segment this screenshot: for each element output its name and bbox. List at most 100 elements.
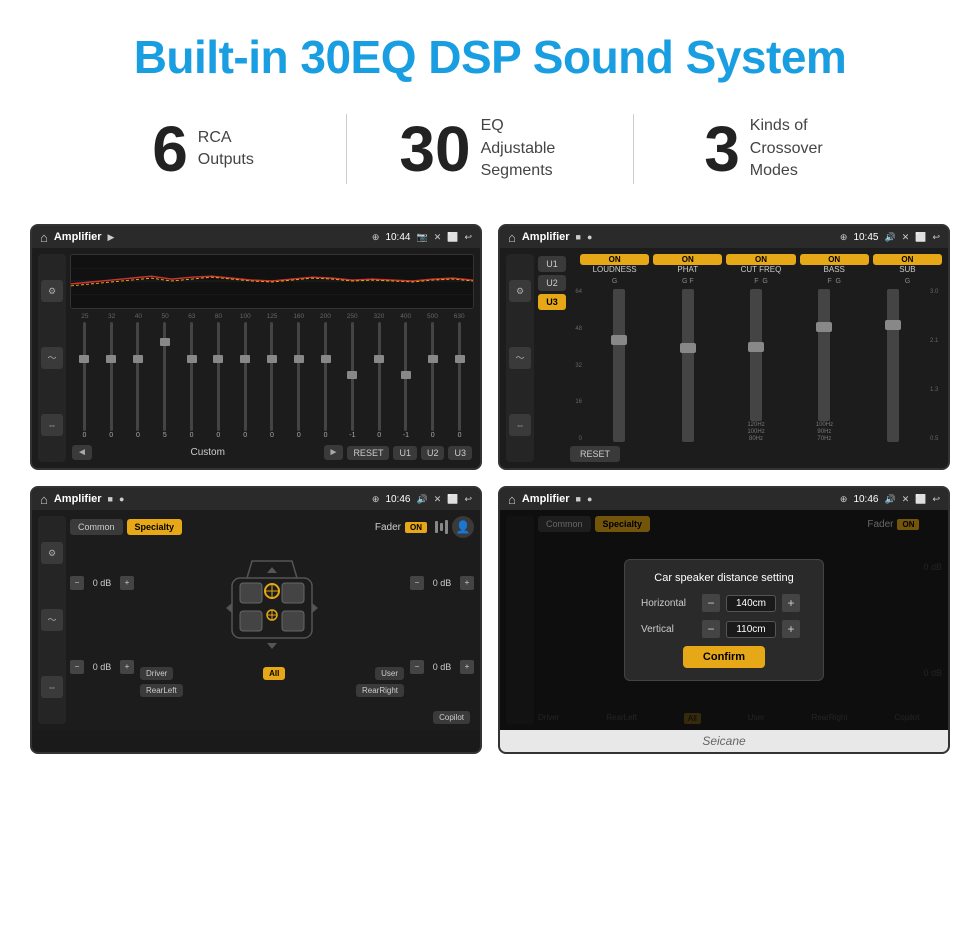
common-tab[interactable]: Common	[70, 519, 123, 535]
rearleft-btn[interactable]: RearLeft	[140, 684, 183, 697]
eq-sliders-row: 0 0 0 5 0 0 0 0 0 0 -1 0 -1	[70, 322, 474, 439]
back-icon[interactable]: ↩	[464, 232, 472, 243]
eq-slider-13[interactable]: 0	[420, 322, 445, 439]
copilot-btn[interactable]: Copilot	[433, 711, 470, 724]
eq-sidebar-btn-2[interactable]: 〜	[41, 347, 63, 369]
eq-prev-btn[interactable]: ◄	[72, 445, 92, 460]
window-icon-2[interactable]: ⬜	[915, 232, 926, 243]
close-icon-2[interactable]: ✕	[902, 232, 910, 243]
top-left-ctrl: − 0 dB +	[70, 576, 134, 590]
specialty-screen-panel: ⌂ Amplifier ■ ● ⊕ 10:46 🔊 ✕ ⬜ ↩ ⚙ 〜 ⇔	[30, 486, 482, 754]
bottom-label-row2: RearLeft RearRight	[138, 684, 406, 697]
horizontal-minus-btn[interactable]: −	[702, 594, 720, 612]
spec-app-name: Amplifier	[54, 493, 102, 505]
fader-on-badge[interactable]: ON	[405, 522, 427, 533]
eq-custom-label: Custom	[96, 447, 320, 458]
eq-sidebar-btn-1[interactable]: ⚙	[41, 280, 63, 302]
bl-plus[interactable]: +	[120, 660, 134, 674]
horizontal-plus-btn[interactable]: +	[782, 594, 800, 612]
dialog-status-bar: ⌂ Amplifier ■ ● ⊕ 10:46 🔊 ✕ ⬜ ↩	[500, 488, 948, 510]
vertical-value[interactable]: 110cm	[726, 621, 776, 638]
spec-sidebar-btn-3[interactable]: ⇔	[41, 676, 63, 698]
eq-slider-2[interactable]: 0	[126, 322, 151, 439]
page-header: Built-in 30EQ DSP Sound System	[0, 0, 980, 104]
driver-btn[interactable]: Driver	[140, 667, 173, 680]
home-icon-4[interactable]: ⌂	[508, 492, 516, 507]
eq-slider-8[interactable]: 0	[286, 322, 311, 439]
spec-sidebar-btn-2[interactable]: 〜	[41, 609, 63, 631]
eq-u3-btn[interactable]: U3	[448, 446, 472, 460]
window-icon-4[interactable]: ⬜	[915, 494, 926, 505]
camera-icon[interactable]: 📷	[416, 232, 427, 243]
feature-crossover: 3 Kinds of Crossover Modes	[634, 115, 920, 182]
u2-btn[interactable]: U2	[538, 275, 566, 291]
eq-main-area: ⚙ 〜 ⇔	[32, 248, 480, 468]
specialty-tab[interactable]: Specialty	[127, 519, 183, 535]
tr-plus[interactable]: +	[460, 576, 474, 590]
eq-slider-1[interactable]: 0	[99, 322, 124, 439]
eq-slider-14[interactable]: 0	[447, 322, 472, 439]
back-icon-4[interactable]: ↩	[932, 494, 940, 505]
eq-slider-4[interactable]: 0	[179, 322, 204, 439]
back-icon-3[interactable]: ↩	[464, 494, 472, 505]
eq-reset-btn[interactable]: RESET	[347, 446, 389, 460]
car-diagram-area: − 0 dB + − 0 dB +	[70, 542, 474, 707]
close-icon-3[interactable]: ✕	[434, 494, 442, 505]
back-icon-2[interactable]: ↩	[932, 232, 940, 243]
u3-btn-active[interactable]: U3	[538, 294, 566, 310]
bl-minus[interactable]: −	[70, 660, 84, 674]
horizontal-value[interactable]: 140cm	[726, 595, 776, 612]
spec-sidebar-btn-1[interactable]: ⚙	[41, 542, 63, 564]
vol-icon[interactable]: 🔊	[884, 232, 895, 243]
user-btn[interactable]: User	[375, 667, 404, 680]
phat-toggle[interactable]: ON	[653, 254, 722, 265]
eq-slider-10[interactable]: -1	[340, 322, 365, 439]
all-btn[interactable]: All	[263, 667, 285, 680]
rearright-btn[interactable]: RearRight	[356, 684, 404, 697]
confirm-button[interactable]: Confirm	[683, 646, 765, 668]
eq-u1-btn[interactable]: U1	[393, 446, 417, 460]
tr-minus[interactable]: −	[410, 576, 424, 590]
eq-slider-12[interactable]: -1	[394, 322, 419, 439]
tl-minus[interactable]: −	[70, 576, 84, 590]
vertical-plus-btn[interactable]: +	[782, 620, 800, 638]
br-plus[interactable]: +	[460, 660, 474, 674]
channel-reset-btn[interactable]: RESET	[570, 446, 620, 462]
eq-slider-6[interactable]: 0	[233, 322, 258, 439]
window-icon[interactable]: ⬜	[447, 232, 458, 243]
eq-u2-btn[interactable]: U2	[421, 446, 445, 460]
person-icon[interactable]: 👤	[452, 516, 474, 538]
vertical-minus-btn[interactable]: −	[702, 620, 720, 638]
top-right-ctrl: − 0 dB +	[410, 576, 474, 590]
loudness-toggle[interactable]: ON	[580, 254, 649, 265]
eq-slider-9[interactable]: 0	[313, 322, 338, 439]
home-icon-2[interactable]: ⌂	[508, 230, 516, 245]
home-icon-3[interactable]: ⌂	[40, 492, 48, 507]
sub-toggle[interactable]: ON	[873, 254, 942, 265]
eq-slider-3[interactable]: 5	[152, 322, 177, 439]
fader-bar-2	[440, 523, 443, 531]
bl-val: 0 dB	[87, 662, 117, 672]
amp-sidebar-btn-1[interactable]: ⚙	[509, 280, 531, 302]
tl-plus[interactable]: +	[120, 576, 134, 590]
close-icon-4[interactable]: ✕	[902, 494, 910, 505]
cutfreq-toggle[interactable]: ON	[726, 254, 795, 265]
amp-sidebar-btn-3[interactable]: ⇔	[509, 414, 531, 436]
eq-slider-11[interactable]: 0	[367, 322, 392, 439]
eq-slider-0[interactable]: 0	[72, 322, 97, 439]
eq-slider-7[interactable]: 0	[260, 322, 285, 439]
window-icon-3[interactable]: ⬜	[447, 494, 458, 505]
eq-sidebar-btn-3[interactable]: ⇔	[41, 414, 63, 436]
eq-slider-5[interactable]: 0	[206, 322, 231, 439]
close-icon[interactable]: ✕	[434, 232, 442, 243]
br-minus[interactable]: −	[410, 660, 424, 674]
vol-icon-3[interactable]: 🔊	[416, 494, 427, 505]
u1-btn[interactable]: U1	[538, 256, 566, 272]
home-icon[interactable]: ⌂	[40, 230, 48, 245]
bass-toggle[interactable]: ON	[800, 254, 869, 265]
feature-rca: 6 RCA Outputs	[60, 117, 346, 181]
amp-sidebar-btn-2[interactable]: 〜	[509, 347, 531, 369]
eq-next-btn[interactable]: ►	[324, 445, 344, 460]
vol-icon-4[interactable]: 🔊	[884, 494, 895, 505]
play-icon[interactable]: ▶	[108, 232, 115, 243]
